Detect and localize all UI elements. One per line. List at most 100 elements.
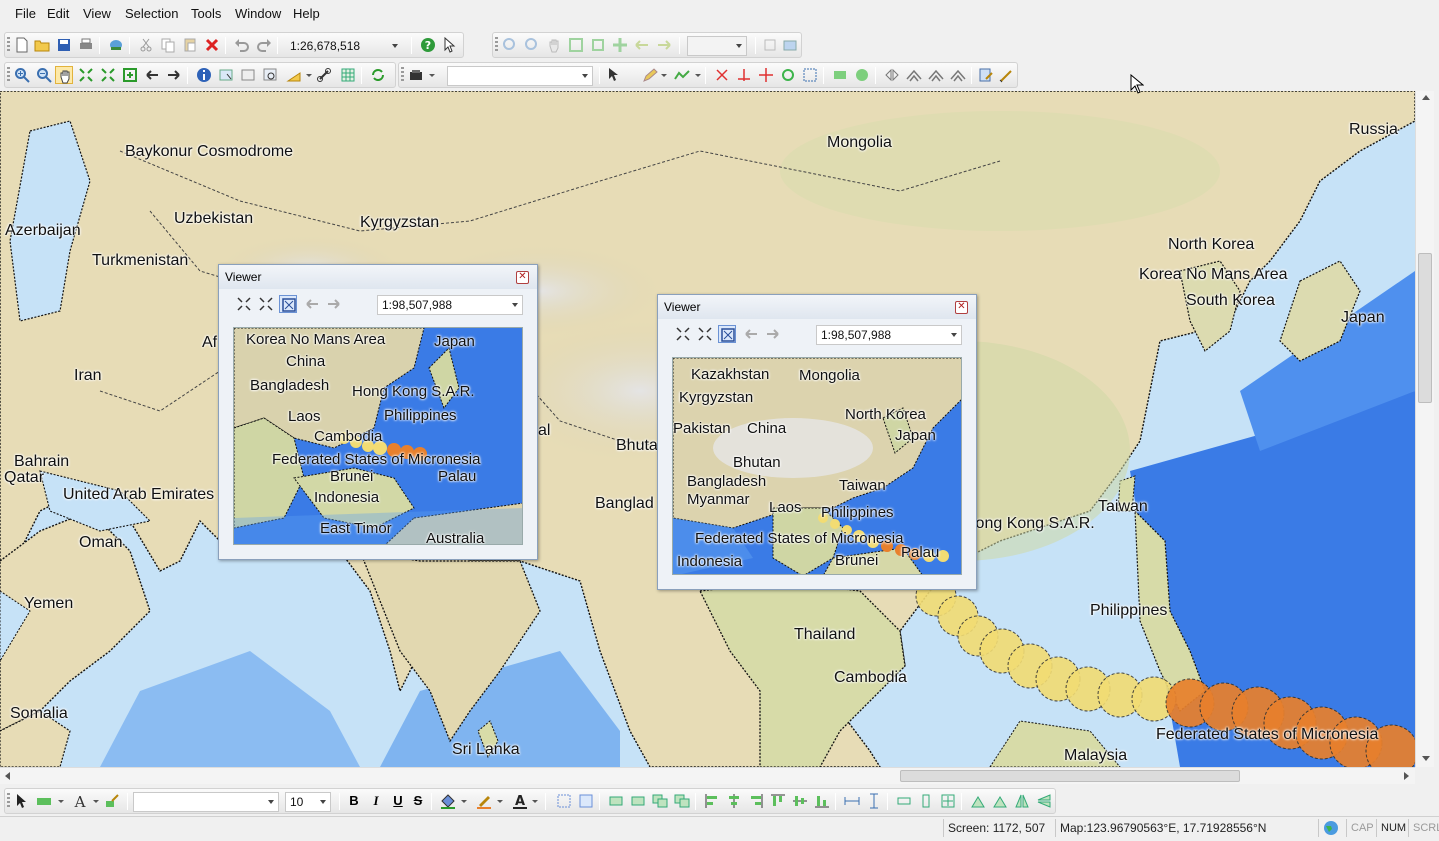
viewer-map[interactable]: Korea No Mans Area Japan China Banglades… bbox=[233, 327, 523, 545]
bold-button[interactable]: B bbox=[345, 792, 363, 810]
chevron-down-icon[interactable] bbox=[58, 800, 64, 803]
make-same-width-button[interactable] bbox=[895, 792, 913, 810]
overview-window-button[interactable] bbox=[339, 66, 357, 84]
zoom-in-disabled-button[interactable] bbox=[501, 36, 519, 54]
viewer-full-extent-button[interactable] bbox=[718, 325, 736, 343]
edit-vertices-button[interactable] bbox=[103, 792, 121, 810]
viewer-back-button[interactable] bbox=[742, 325, 760, 343]
paste-button[interactable] bbox=[181, 36, 199, 54]
menu-view[interactable]: View bbox=[83, 6, 111, 21]
underline-button[interactable]: U bbox=[389, 792, 407, 810]
new-document-button[interactable] bbox=[13, 36, 31, 54]
viewer-window[interactable]: Viewer ✕ 1:98,507,988 Kazakhstan Mongoli… bbox=[657, 294, 977, 590]
add-data-button[interactable] bbox=[107, 36, 125, 54]
chevron-down-icon[interactable] bbox=[695, 74, 701, 77]
align-middle-button[interactable] bbox=[791, 792, 809, 810]
zoom-out-disabled-button[interactable] bbox=[523, 36, 541, 54]
rotate-button[interactable] bbox=[779, 66, 797, 84]
distribute-vertical-button[interactable] bbox=[865, 792, 883, 810]
zoom-in-button[interactable] bbox=[13, 66, 31, 84]
rotate-left-button[interactable] bbox=[969, 792, 987, 810]
viewer-zoom-in-button[interactable] bbox=[235, 295, 253, 313]
refresh-button[interactable] bbox=[369, 66, 387, 84]
overview-disabled-button[interactable] bbox=[761, 36, 779, 54]
horizontal-scroll-thumb[interactable] bbox=[900, 770, 1240, 782]
zoom-to-layer-button[interactable] bbox=[121, 66, 139, 84]
identify-button[interactable] bbox=[195, 66, 213, 84]
new-text-button[interactable]: A bbox=[71, 792, 89, 810]
scroll-down-icon[interactable] bbox=[1422, 756, 1430, 761]
vertical-scroll-thumb[interactable] bbox=[1418, 253, 1432, 403]
menu-file[interactable]: File bbox=[15, 6, 36, 21]
generalize-button[interactable] bbox=[905, 66, 923, 84]
distribute-horizontal-button[interactable] bbox=[843, 792, 861, 810]
next-extent-button[interactable] bbox=[165, 66, 183, 84]
line-color-button[interactable] bbox=[475, 792, 493, 810]
rotate-right-button[interactable] bbox=[991, 792, 1009, 810]
new-rectangle-button[interactable] bbox=[35, 792, 53, 810]
menu-edit[interactable]: Edit bbox=[47, 6, 69, 21]
forward-disabled-button[interactable] bbox=[655, 36, 673, 54]
zoom-out-button[interactable] bbox=[35, 66, 53, 84]
viewer-title-bar[interactable]: Viewer bbox=[658, 295, 976, 319]
copy-button[interactable] bbox=[159, 36, 177, 54]
measure-button[interactable] bbox=[285, 66, 303, 84]
rectangle-tool-button[interactable] bbox=[831, 66, 849, 84]
smooth-button[interactable] bbox=[927, 66, 945, 84]
viewer-scale-select[interactable]: 1:98,507,988 bbox=[377, 295, 523, 315]
chevron-down-icon[interactable] bbox=[306, 74, 312, 77]
align-left-button[interactable] bbox=[703, 792, 721, 810]
redo-button[interactable] bbox=[255, 36, 273, 54]
add-vertex-button[interactable] bbox=[735, 66, 753, 84]
bring-to-front-button[interactable] bbox=[607, 792, 625, 810]
viewer-forward-button[interactable] bbox=[764, 325, 782, 343]
html-popup-button[interactable] bbox=[239, 66, 257, 84]
menu-window[interactable]: Window bbox=[235, 6, 281, 21]
cut-button[interactable] bbox=[137, 36, 155, 54]
chevron-down-icon[interactable] bbox=[661, 74, 667, 77]
horizontal-scrollbar[interactable] bbox=[0, 767, 1415, 784]
sketch-properties-button[interactable] bbox=[997, 66, 1015, 84]
fill-color-button[interactable] bbox=[439, 792, 457, 810]
align-right-button[interactable] bbox=[747, 792, 765, 810]
disabled-scale-select[interactable] bbox=[687, 36, 747, 56]
font-color-button[interactable]: A bbox=[511, 792, 529, 810]
make-same-size-button[interactable] bbox=[939, 792, 957, 810]
viewer-map[interactable]: Kazakhstan Mongolia Kyrgyzstan North Kor… bbox=[672, 357, 962, 575]
menu-tools[interactable]: Tools bbox=[191, 6, 221, 21]
reshape-button[interactable] bbox=[673, 66, 691, 84]
full-extent-disabled-button[interactable] bbox=[567, 36, 585, 54]
editor-menu-button[interactable] bbox=[407, 66, 425, 84]
help-button[interactable]: ? bbox=[419, 36, 437, 54]
scroll-left-icon[interactable] bbox=[5, 772, 10, 780]
send-backward-button[interactable] bbox=[673, 792, 691, 810]
mirror-button[interactable] bbox=[883, 66, 901, 84]
viewer-scale-select[interactable]: 1:98,507,988 bbox=[816, 325, 962, 345]
chevron-down-icon[interactable] bbox=[497, 800, 503, 803]
italic-button[interactable]: I bbox=[367, 792, 385, 810]
extent-select-button[interactable] bbox=[801, 66, 819, 84]
menu-help[interactable]: Help bbox=[293, 6, 320, 21]
toolbar-grip[interactable] bbox=[401, 67, 404, 83]
viewer-zoom-out-button[interactable] bbox=[257, 295, 275, 313]
toolbar-grip[interactable] bbox=[7, 37, 10, 53]
flip-vertical-button[interactable] bbox=[1035, 792, 1053, 810]
strikethrough-button[interactable]: S bbox=[409, 792, 427, 810]
chevron-down-icon[interactable] bbox=[532, 800, 538, 803]
open-button[interactable] bbox=[33, 36, 51, 54]
make-same-height-button[interactable] bbox=[917, 792, 935, 810]
ungroup-button[interactable] bbox=[577, 792, 595, 810]
split-button[interactable] bbox=[757, 66, 775, 84]
full-extent-button[interactable] bbox=[77, 66, 95, 84]
viewer-window[interactable]: Viewer ✕ 1:98,507,988 Korea No Mans Area… bbox=[218, 264, 538, 560]
chevron-down-icon[interactable] bbox=[93, 800, 99, 803]
sketch-tool-button[interactable] bbox=[641, 66, 659, 84]
fixed-zoom-out-button[interactable] bbox=[99, 66, 117, 84]
magnifier-disabled-button[interactable] bbox=[781, 36, 799, 54]
align-top-button[interactable] bbox=[769, 792, 787, 810]
scroll-right-icon[interactable] bbox=[1404, 772, 1409, 780]
fixed-zoom-disabled-button[interactable] bbox=[589, 36, 607, 54]
find-button[interactable] bbox=[261, 66, 279, 84]
save-button[interactable] bbox=[55, 36, 73, 54]
pan-disabled-button[interactable] bbox=[545, 36, 563, 54]
